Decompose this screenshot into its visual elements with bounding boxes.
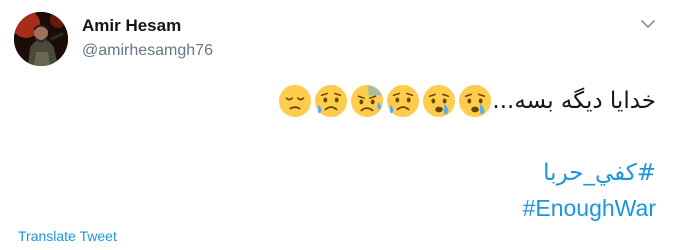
crying-face-icon [459, 84, 492, 118]
tweet-card: Amir Hesam @amirhesamgh76 خدایا دیگه بسه… [0, 0, 676, 250]
anxious-face-with-sweat-icon [351, 84, 384, 118]
user-handle[interactable]: @amirhesamgh76 [82, 42, 213, 60]
pensive-face-icon [279, 84, 312, 118]
sad-but-relieved-face-icon [387, 84, 420, 118]
translate-tweet-link[interactable]: Translate Tweet [18, 228, 117, 244]
avatar[interactable] [14, 12, 68, 66]
crying-face-icon [423, 84, 456, 118]
chevron-down-icon[interactable] [638, 14, 658, 34]
emoji-row [278, 84, 492, 118]
hashtag-arabic-link[interactable]: #كفي_حربا [543, 160, 656, 186]
tweet-text: خدایا دیگه بسه... [276, 84, 656, 118]
display-name[interactable]: Amir Hesam [82, 16, 181, 36]
tweet-text-words: خدایا دیگه بسه... [492, 88, 656, 114]
avatar-image [14, 12, 68, 66]
sad-but-relieved-face-icon [315, 84, 348, 118]
hashtag-enoughwar-link[interactable]: #EnoughWar [523, 195, 656, 222]
